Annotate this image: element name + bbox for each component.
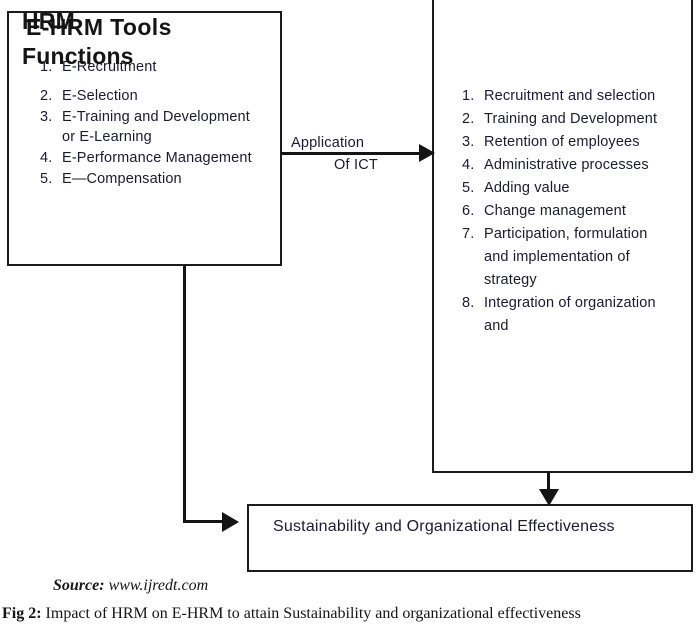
list-item-number: 7. — [462, 226, 475, 242]
list-item-label: Adding value — [484, 180, 570, 196]
figure-caption-text: Impact of HRM on E-HRM to attain Sustain… — [45, 605, 581, 622]
source-line: Source: www.ijredt.com — [53, 577, 208, 595]
list-item-number: 4. — [40, 150, 53, 166]
ehrm-tools-list: 1. E-Recruitment 2. E-Selection 3. E-Tra… — [40, 57, 255, 190]
list-item-number: 6. — [462, 203, 475, 219]
list-item-number: 3. — [462, 134, 475, 150]
hrm-functions-title-line2: Functions — [22, 43, 134, 69]
outcome-label: Sustainability and Organizational Effect… — [273, 518, 615, 535]
list-item-number: 4. — [462, 157, 475, 173]
list-item-label: E-Selection — [62, 88, 138, 104]
functions-to-outcome-arrowhead-icon — [539, 489, 559, 506]
list-item-label: E—Compensation — [62, 171, 182, 187]
list-item-label: E-Training and Development or E-Learning — [62, 109, 250, 145]
tools-to-outcome-vertical-line — [183, 265, 186, 523]
tools-to-outcome-arrowhead-icon — [222, 512, 239, 532]
list-item: 7. Participation, formulation and implem… — [462, 223, 667, 292]
hrm-functions-title: HRM Functions — [22, 4, 134, 74]
list-item-label: Administrative processes — [484, 157, 649, 173]
list-item: 6. Change management — [462, 200, 667, 223]
list-item-label: Retention of employees — [484, 134, 640, 150]
figure-caption-label: Fig 2: — [2, 605, 42, 622]
list-item-label: Change management — [484, 203, 627, 219]
list-item-number: 8. — [462, 295, 475, 311]
list-item: 2. E-Selection — [40, 86, 255, 106]
figure-canvas: E-HRM Tools 1. E-Recruitment 2. E-Select… — [0, 0, 700, 627]
list-item: 3. E-Training and Development or E-Learn… — [40, 107, 255, 147]
list-item-label: Training and Development — [484, 111, 658, 127]
list-item-number: 5. — [462, 180, 475, 196]
list-item: 5. Adding value — [462, 177, 667, 200]
list-item-number: 5. — [40, 171, 53, 187]
list-item-label: Recruitment and selection — [484, 88, 656, 104]
tools-to-outcome-horizontal-line — [183, 520, 225, 523]
hrm-functions-list: 1. Recruitment and selection 2. Training… — [462, 85, 667, 338]
list-item: 3. Retention of employees — [462, 131, 667, 154]
application-of-ict-label: Application Of ICT — [291, 132, 421, 176]
list-item: 2. Training and Development — [462, 108, 667, 131]
list-item: 5. E—Compensation — [40, 169, 255, 189]
application-of-ict-arrowhead-icon — [419, 144, 435, 162]
list-item-number: 2. — [462, 111, 475, 127]
ict-label-line1: Application — [291, 135, 365, 151]
list-item-label: Integration of organization and — [484, 295, 656, 334]
list-item-number: 3. — [40, 109, 53, 125]
ict-label-line2: Of ICT — [334, 157, 378, 173]
list-item: 4. Administrative processes — [462, 154, 667, 177]
hrm-functions-title-line1: HRM — [22, 8, 75, 34]
figure-caption: Fig 2: Impact of HRM on E-HRM to attain … — [2, 605, 700, 623]
list-item: 1. Recruitment and selection — [462, 85, 667, 108]
source-url: www.ijredt.com — [108, 577, 209, 594]
list-item: 4. E-Performance Management — [40, 148, 255, 168]
list-item-number: 1. — [462, 88, 475, 104]
source-label: Source: — [53, 577, 105, 594]
list-item-number: 2. — [40, 88, 53, 104]
list-item-label: Participation, formulation and implement… — [484, 226, 648, 288]
list-item: 8. Integration of organization and — [462, 292, 667, 338]
list-item-label: E-Performance Management — [62, 150, 252, 166]
